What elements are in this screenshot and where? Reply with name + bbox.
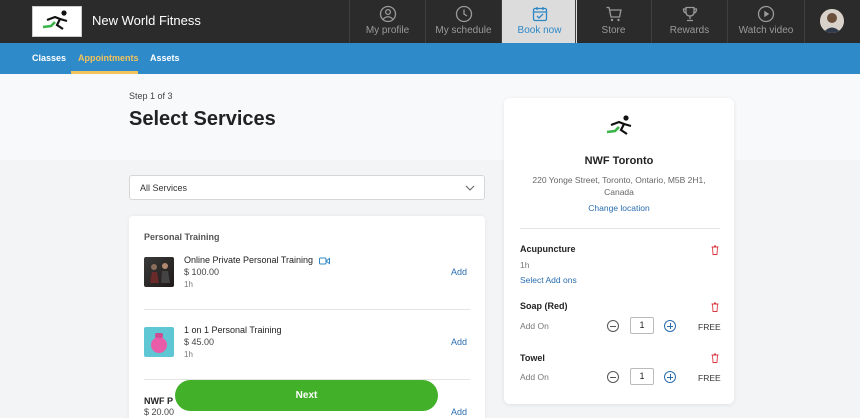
cart-service-name: Acupuncture bbox=[520, 244, 576, 254]
service-duration: 1h bbox=[184, 350, 193, 359]
brand-name: New World Fitness bbox=[92, 13, 201, 28]
section-heading: Personal Training bbox=[144, 232, 220, 242]
addon-label: Add On bbox=[520, 321, 549, 331]
nav-my-profile[interactable]: My profile bbox=[349, 0, 425, 43]
nav-label: My schedule bbox=[435, 25, 492, 36]
trash-icon[interactable] bbox=[711, 353, 719, 363]
change-location-link[interactable]: Change location bbox=[504, 203, 734, 213]
user-circle-icon bbox=[379, 5, 396, 23]
service-name: 1 on 1 Personal Training bbox=[184, 325, 282, 335]
decrease-quantity-button[interactable] bbox=[607, 371, 619, 383]
addon-price: FREE bbox=[698, 373, 721, 383]
avatar[interactable] bbox=[820, 9, 844, 33]
add-service-button[interactable]: Add bbox=[451, 337, 467, 347]
chevron-down-icon bbox=[465, 185, 475, 191]
nav-label: Store bbox=[601, 25, 626, 36]
location-logo bbox=[606, 115, 632, 135]
page-title: Select Services bbox=[129, 108, 276, 130]
calendar-check-icon bbox=[532, 7, 547, 22]
divider bbox=[144, 309, 470, 310]
quantity-input[interactable]: 1 bbox=[630, 368, 654, 385]
nav-book-now[interactable]: Book now bbox=[501, 0, 577, 43]
booking-summary: NWF Toronto 220 Yonge Street, Toronto, O… bbox=[504, 98, 734, 404]
select-add-ons-link[interactable]: Select Add ons bbox=[520, 275, 577, 285]
trash-icon[interactable] bbox=[711, 302, 719, 312]
decrease-quantity-button[interactable] bbox=[607, 320, 619, 332]
play-circle-icon bbox=[757, 5, 775, 23]
quantity-input[interactable]: 1 bbox=[630, 317, 654, 334]
location-name: NWF Toronto bbox=[584, 155, 654, 167]
nav-label: Book now bbox=[517, 25, 562, 36]
addon-name: Towel bbox=[520, 353, 545, 363]
divider bbox=[520, 228, 720, 229]
nav-my-schedule[interactable]: My schedule bbox=[425, 0, 501, 43]
brand-logo[interactable] bbox=[32, 6, 82, 37]
subnav-classes[interactable]: Classes bbox=[32, 53, 66, 63]
service-name: NWF P bbox=[144, 396, 173, 406]
service-price: $ 45.00 bbox=[184, 337, 215, 347]
nav-label: Rewards bbox=[669, 25, 710, 36]
top-bar: New World Fitness My profile My schedule… bbox=[0, 0, 860, 43]
service-name: Online Private Personal Training bbox=[184, 255, 330, 265]
increase-quantity-button[interactable] bbox=[664, 320, 676, 332]
nav-watch-video[interactable]: Watch video bbox=[727, 0, 805, 43]
step-indicator: Step 1 of 3 bbox=[129, 91, 173, 101]
service-thumbnail bbox=[144, 257, 174, 287]
add-service-button[interactable]: Add bbox=[451, 407, 467, 417]
nav-rewards[interactable]: Rewards bbox=[651, 0, 727, 43]
subnav-appointments[interactable]: Appointments bbox=[78, 53, 139, 63]
service-price: $ 100.00 bbox=[184, 267, 220, 277]
service-filter-select[interactable]: All Services bbox=[129, 175, 485, 200]
nav-label: My profile bbox=[365, 25, 410, 36]
video-camera-icon bbox=[318, 257, 330, 265]
add-service-button[interactable]: Add bbox=[451, 267, 467, 277]
service-price: $ 20.00 bbox=[144, 407, 175, 417]
clock-icon bbox=[455, 5, 472, 23]
location-address: 220 Yonge Street, Toronto, Ontario, M5B … bbox=[532, 175, 706, 197]
subnav-assets[interactable]: Assets bbox=[150, 53, 180, 63]
trash-icon[interactable] bbox=[711, 245, 719, 255]
trophy-icon bbox=[682, 6, 697, 22]
addon-label: Add On bbox=[520, 372, 549, 382]
sub-navigation: Classes Appointments Assets bbox=[0, 43, 860, 74]
cart-service-duration: 1h bbox=[520, 260, 530, 270]
service-duration: 1h bbox=[184, 280, 193, 289]
cart-icon bbox=[606, 6, 622, 22]
next-button[interactable]: Next bbox=[175, 380, 438, 411]
addon-price: FREE bbox=[698, 322, 721, 332]
increase-quantity-button[interactable] bbox=[664, 371, 676, 383]
nav-label: Watch video bbox=[738, 25, 794, 36]
service-filter-value: All Services bbox=[140, 183, 188, 193]
addon-name: Soap (Red) bbox=[520, 301, 568, 311]
service-thumbnail bbox=[144, 327, 174, 357]
nav-store[interactable]: Store bbox=[575, 0, 651, 43]
